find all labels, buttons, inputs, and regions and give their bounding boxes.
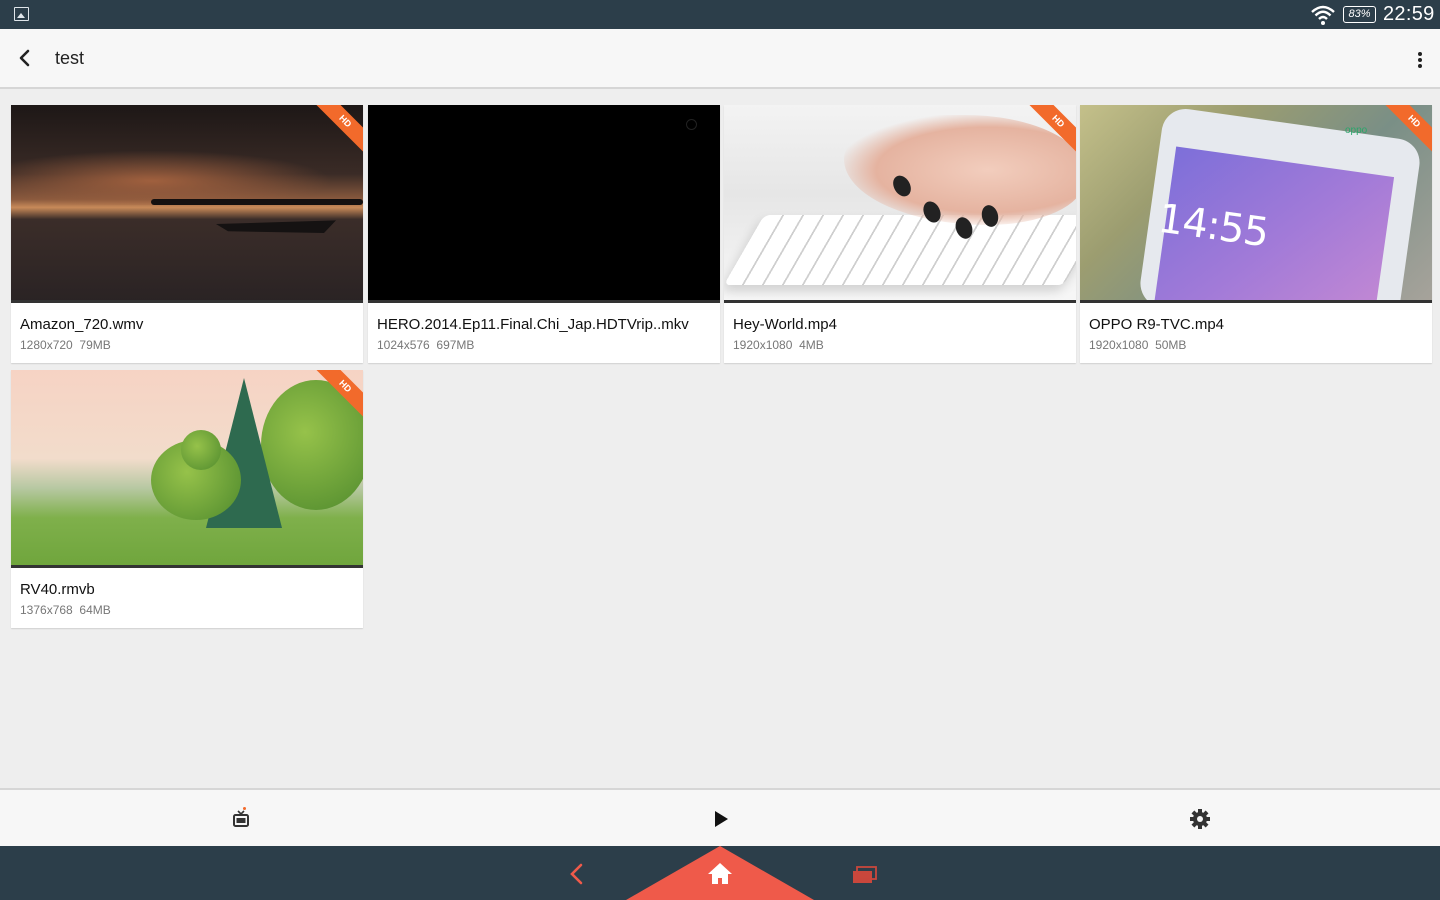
status-bar: 83% 22:59 — [0, 0, 1440, 29]
tv-icon[interactable] — [226, 804, 256, 834]
video-thumbnail: HD — [11, 105, 363, 302]
gallery-icon — [14, 7, 29, 21]
video-resolution: 1920x1080 — [1089, 338, 1149, 352]
video-size: 64MB — [79, 603, 111, 617]
video-name: Amazon_720.wmv — [20, 316, 144, 333]
nav-back-icon[interactable] — [562, 860, 592, 888]
nav-recents-icon[interactable] — [849, 860, 879, 888]
video-size: 697MB — [436, 338, 475, 352]
video-meta: 1024x576 697MB — [377, 338, 474, 352]
video-thumbnail: HD — [724, 105, 1076, 302]
video-resolution: 1280x720 — [20, 338, 73, 352]
nav-home-icon[interactable] — [705, 860, 735, 888]
back-arrow-icon[interactable] — [10, 43, 40, 73]
clock: 22:59 — [1383, 3, 1435, 25]
navigation-bar — [0, 846, 1440, 900]
overflow-menu-icon[interactable] — [1410, 45, 1430, 73]
video-resolution: 1376x768 — [20, 603, 73, 617]
wifi-icon — [1311, 5, 1335, 25]
video-thumbnail: HD — [11, 370, 363, 567]
video-name: HERO.2014.Ep11.Final.Chi_Jap.HDTVrip..mk… — [377, 316, 689, 333]
video-card-amazon[interactable]: HD Amazon_720.wmv 1280x720 79MB — [11, 105, 363, 363]
video-name: OPPO R9-TVC.mp4 — [1089, 316, 1225, 333]
play-icon[interactable] — [706, 804, 736, 834]
video-meta: 1920x1080 50MB — [1089, 338, 1186, 352]
video-card-oppo[interactable]: 14:55 oppo HD OPPO R9-TVC.mp4 1920x1080 … — [1080, 105, 1432, 363]
video-name: RV40.rmvb — [20, 581, 95, 598]
battery-level: 83% — [1348, 8, 1371, 20]
video-resolution: 1920x1080 — [733, 338, 793, 352]
video-card-hero[interactable]: HERO.2014.Ep11.Final.Chi_Jap.HDTVrip..mk… — [368, 105, 720, 363]
settings-gear-icon[interactable] — [1185, 804, 1215, 834]
video-card-rv40[interactable]: HD RV40.rmvb 1376x768 64MB — [11, 370, 363, 628]
video-card-hey-world[interactable]: HD Hey-World.mp4 1920x1080 4MB — [724, 105, 1076, 363]
video-size: 50MB — [1155, 338, 1187, 352]
video-name: Hey-World.mp4 — [733, 316, 837, 333]
battery-icon: 83% — [1343, 6, 1376, 23]
thumbnail-brand-text: oppo — [1345, 125, 1368, 136]
video-meta: 1280x720 79MB — [20, 338, 111, 352]
toolbar: test — [0, 29, 1440, 89]
video-resolution: 1024x576 — [377, 338, 430, 352]
video-thumbnail: 14:55 oppo HD — [1080, 105, 1432, 302]
video-thumbnail — [368, 105, 720, 302]
video-meta: 1920x1080 4MB — [733, 338, 824, 352]
video-size: 4MB — [799, 338, 824, 352]
video-meta: 1376x768 64MB — [20, 603, 111, 617]
bottom-app-bar — [0, 788, 1440, 846]
page-title: test — [55, 48, 85, 68]
video-size: 79MB — [79, 338, 111, 352]
